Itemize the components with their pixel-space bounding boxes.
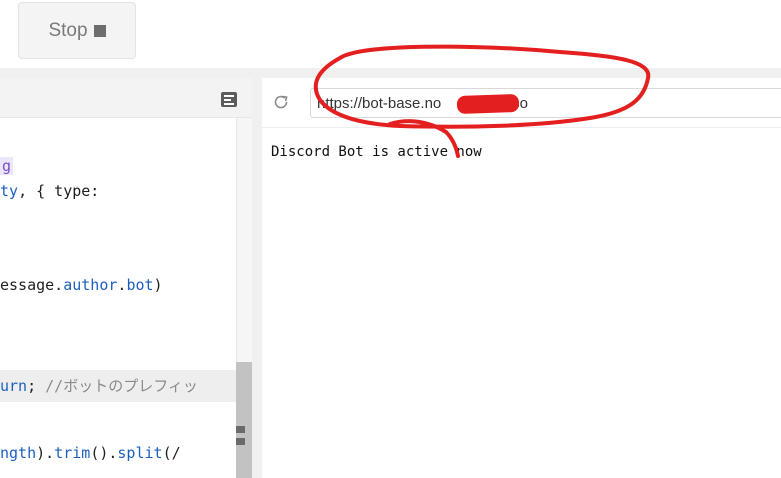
code-line: ty, { type: — [0, 180, 99, 202]
code-token: ngth — [0, 444, 37, 462]
editor-header — [0, 78, 252, 118]
code-token: author — [63, 276, 118, 294]
grip-handle-icon[interactable] — [236, 426, 246, 448]
code-token: //ボットのプレフィッ — [45, 377, 198, 395]
code-token: essage. — [0, 276, 64, 294]
code-token: trim — [54, 444, 91, 462]
code-editor-pane: g ty, { type: essage.author.bot) urn; //… — [0, 78, 252, 478]
code-token: ) — [153, 276, 163, 294]
browser-bar — [262, 78, 781, 128]
redaction-mark — [456, 93, 520, 115]
url-input[interactable] — [310, 88, 781, 118]
webview-pane: Discord Bot is active now — [262, 78, 781, 478]
code-token: ty — [0, 182, 19, 200]
code-token: ; — [27, 377, 46, 395]
code-token: g — [0, 157, 14, 175]
code-token: split — [117, 444, 163, 462]
code-token: (). — [90, 444, 118, 462]
refresh-icon[interactable] — [273, 94, 289, 110]
page-content-text: Discord Bot is active now — [271, 144, 482, 160]
stop-button[interactable]: Stop — [18, 2, 136, 59]
code-line: essage.author.bot) — [0, 274, 163, 296]
code-token: (/ — [162, 444, 181, 462]
code-line-current: urn; //ボットのプレフィッ — [0, 370, 236, 402]
code-token: bot — [126, 276, 154, 294]
top-toolbar: Stop — [0, 0, 781, 68]
code-line: ngth).trim().split(/ — [0, 442, 181, 464]
code-token: , { type: — [18, 182, 100, 200]
editor-scrollbar-thumb[interactable] — [236, 362, 252, 478]
code-token: urn — [0, 377, 28, 395]
stop-button-label: Stop — [48, 19, 88, 41]
code-line: g — [0, 155, 14, 177]
code-token: ). — [36, 444, 55, 462]
code-area[interactable]: g ty, { type: essage.author.bot) urn; //… — [0, 118, 236, 478]
stop-square-icon — [93, 24, 106, 37]
notes-icon[interactable] — [221, 92, 237, 107]
